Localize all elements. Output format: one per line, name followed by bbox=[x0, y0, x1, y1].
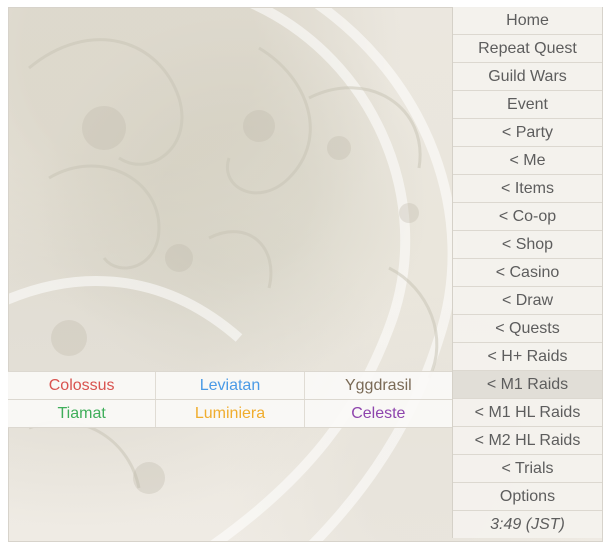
menu-item-draw[interactable]: < Draw bbox=[453, 287, 602, 315]
menu-item-trials[interactable]: < Trials bbox=[453, 455, 602, 483]
menu-item-co-op[interactable]: < Co-op bbox=[453, 203, 602, 231]
raid-leviatan[interactable]: Leviatan bbox=[156, 372, 305, 399]
raid-yggdrasil[interactable]: Yggdrasil bbox=[304, 372, 452, 399]
menu-item-quests[interactable]: < Quests bbox=[453, 315, 602, 343]
side-menu: Home Repeat Quest Guild Wars Event < Par… bbox=[452, 7, 602, 538]
raid-tiamat[interactable]: Tiamat bbox=[8, 400, 157, 427]
menu-item-m1-raids[interactable]: < M1 Raids bbox=[453, 371, 602, 399]
raid-colossus[interactable]: Colossus bbox=[8, 372, 157, 399]
menu-item-casino[interactable]: < Casino bbox=[453, 259, 602, 287]
menu-item-event[interactable]: Event bbox=[453, 91, 602, 119]
menu-item-me[interactable]: < Me bbox=[453, 147, 602, 175]
raid-row: Colossus Leviatan Yggdrasil bbox=[8, 372, 452, 400]
menu-item-party[interactable]: < Party bbox=[453, 119, 602, 147]
menu-item-m2-hl-raids[interactable]: < M2 HL Raids bbox=[453, 427, 602, 455]
menu-item-options[interactable]: Options bbox=[453, 483, 602, 511]
menu-item-home[interactable]: Home bbox=[453, 7, 602, 35]
raid-celeste[interactable]: Celeste bbox=[304, 400, 452, 427]
jst-clock: 3:49 (JST) bbox=[453, 511, 602, 538]
menu-item-shop[interactable]: < Shop bbox=[453, 231, 602, 259]
menu-item-m1-hl-raids[interactable]: < M1 HL Raids bbox=[453, 399, 602, 427]
menu-item-h-plus-raids[interactable]: < H+ Raids bbox=[453, 343, 602, 371]
m1-raids-submenu: Colossus Leviatan Yggdrasil Tiamat Lumin… bbox=[8, 371, 452, 428]
menu-item-repeat-quest[interactable]: Repeat Quest bbox=[453, 35, 602, 63]
menu-item-guild-wars[interactable]: Guild Wars bbox=[453, 63, 602, 91]
raid-row: Tiamat Luminiera Celeste bbox=[8, 400, 452, 428]
menu-item-items[interactable]: < Items bbox=[453, 175, 602, 203]
raid-luminiera[interactable]: Luminiera bbox=[156, 400, 305, 427]
